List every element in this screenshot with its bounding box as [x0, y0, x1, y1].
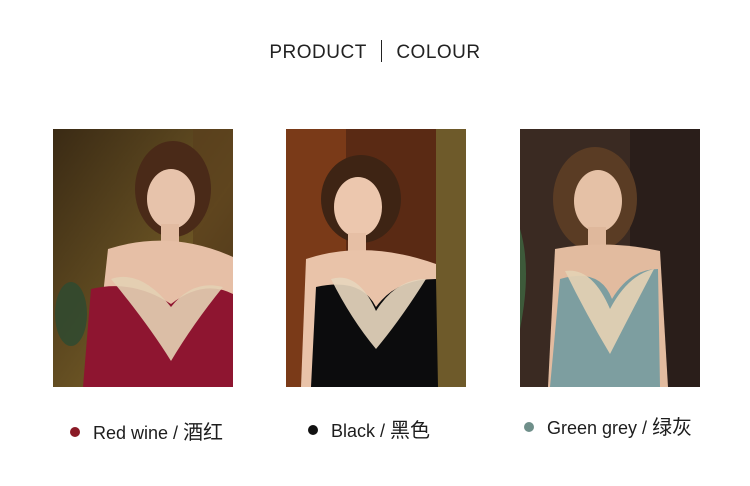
- heading-divider: [380, 40, 383, 62]
- product-image: [53, 129, 233, 387]
- colour-name-cn: 酒红: [183, 420, 224, 444]
- colour-caption-green-grey: Green grey / 绿灰: [524, 411, 692, 440]
- product-image: [520, 129, 700, 387]
- slash: /: [375, 421, 391, 441]
- product-photo-red-wine[interactable]: [53, 129, 233, 387]
- colour-name-en: Red wine: [93, 423, 169, 443]
- colour-name-en: Green grey: [547, 418, 638, 438]
- product-photo-black[interactable]: [286, 129, 466, 387]
- green-grey-swatch: [524, 422, 534, 432]
- heading-product: PRODUCT: [269, 42, 367, 63]
- section-heading: PRODUCT COLOUR: [0, 40, 750, 64]
- colour-name-cn: 绿灰: [652, 415, 693, 439]
- slash: /: [637, 418, 653, 438]
- black-swatch: [308, 425, 318, 435]
- colour-name-cn: 黑色: [390, 418, 431, 442]
- slash: /: [168, 423, 184, 443]
- colour-caption-red-wine: Red wine / 酒红: [70, 416, 223, 445]
- heading-colour: COLOUR: [396, 42, 481, 63]
- colour-caption-black: Black / 黑色: [308, 414, 430, 443]
- colour-name-en: Black: [331, 421, 376, 441]
- product-image: [286, 129, 466, 387]
- product-photo-green-grey[interactable]: [520, 129, 700, 387]
- red-wine-swatch: [70, 427, 80, 437]
